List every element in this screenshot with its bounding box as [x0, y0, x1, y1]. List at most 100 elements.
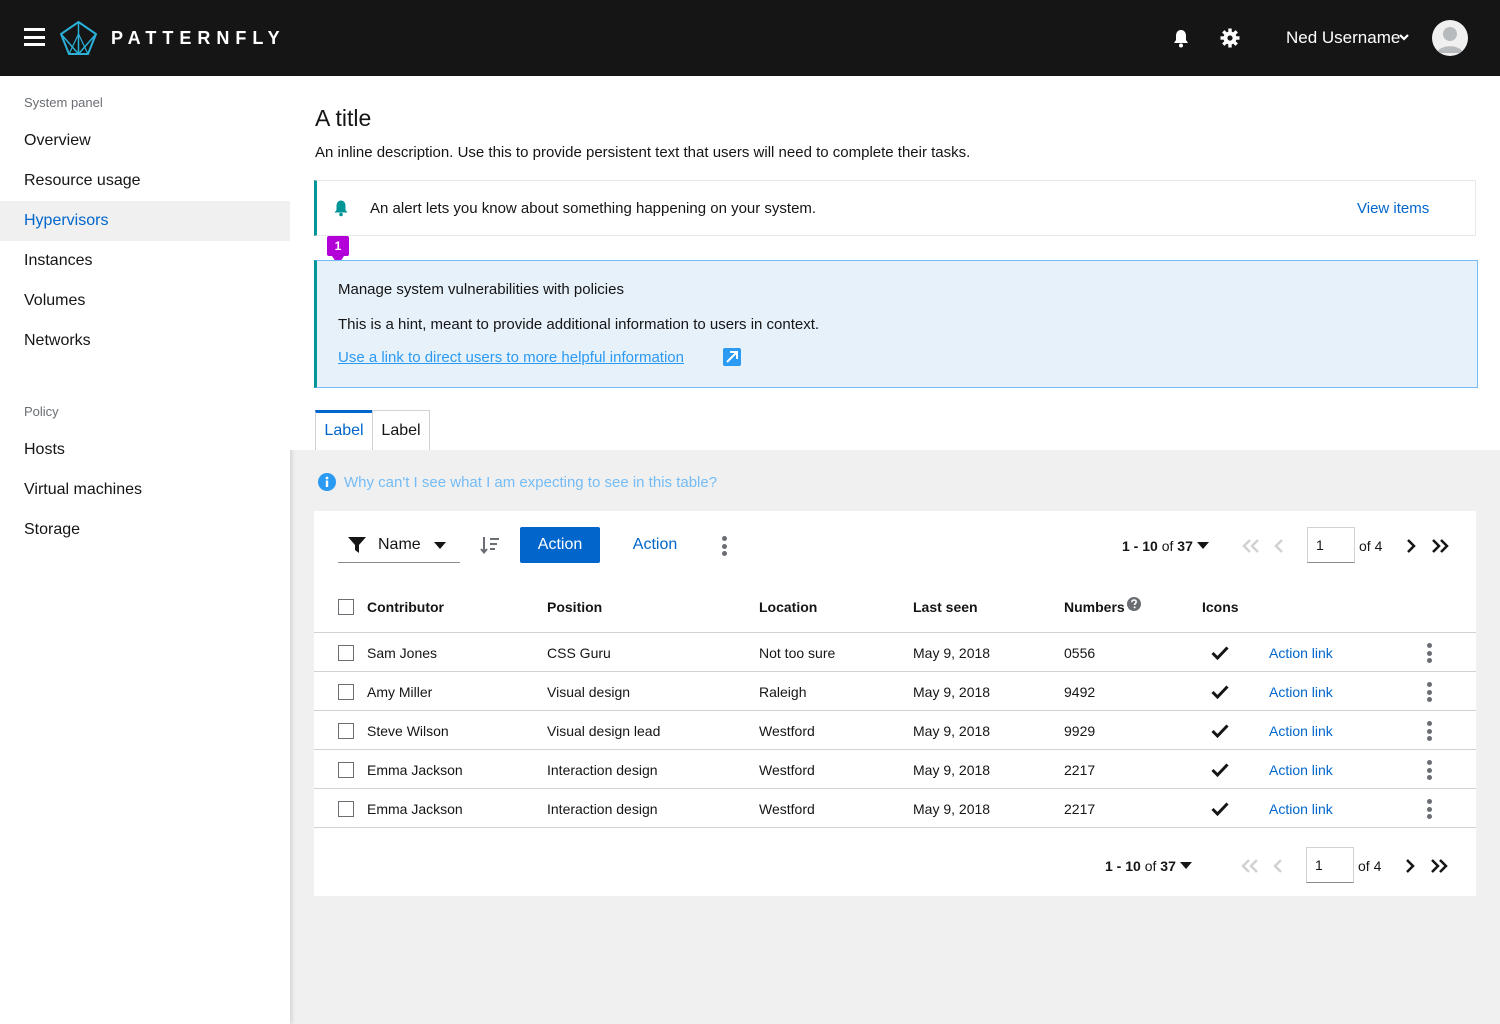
caret-down-icon[interactable] — [1197, 542, 1209, 550]
check-icon — [1211, 646, 1229, 661]
select-all-checkbox[interactable] — [338, 599, 354, 615]
primary-action-button[interactable]: Action — [520, 527, 600, 563]
cell-numbers: 2217 — [1064, 762, 1096, 778]
annotation-badge-number: 1 — [334, 239, 342, 253]
row-kebab-icon[interactable] — [1427, 760, 1433, 780]
chevron-left-icon[interactable] — [1269, 858, 1289, 874]
action-link[interactable]: Action link — [1269, 683, 1333, 701]
row-divider — [314, 749, 1476, 750]
gear-icon[interactable] — [1220, 28, 1240, 48]
brand-name[interactable]: PATTERNFLY — [111, 28, 286, 48]
page-title: A title — [315, 105, 372, 131]
sidebar-item-resource-usage[interactable]: Resource usage — [0, 161, 290, 201]
check-icon — [1211, 802, 1229, 817]
cell-location: Raleigh — [759, 684, 807, 700]
bell-icon — [334, 200, 348, 217]
column-header-last-seen[interactable]: Last seen — [913, 598, 978, 616]
page-description: An inline description. Use this to provi… — [315, 144, 971, 161]
row-kebab-icon[interactable] — [1427, 643, 1433, 663]
action-link[interactable]: Action link — [1269, 722, 1333, 740]
cell-location: Westford — [759, 762, 815, 778]
cell-last-seen: May 9, 2018 — [913, 645, 991, 661]
avatar-icon — [1437, 27, 1463, 53]
cell-contributor: Steve Wilson — [367, 723, 449, 739]
chevron-right-icon[interactable] — [1401, 858, 1421, 874]
action-link[interactable]: Action link — [1269, 800, 1333, 818]
sidebar-item-hosts[interactable]: Hosts — [0, 430, 290, 470]
question-circle-icon[interactable] — [1127, 597, 1141, 611]
row-kebab-icon[interactable] — [1427, 721, 1433, 741]
cell-numbers: 2217 — [1064, 801, 1096, 817]
row-checkbox[interactable] — [338, 684, 354, 700]
sort-icon[interactable] — [480, 536, 500, 554]
row-checkbox[interactable] — [338, 645, 354, 661]
double-chevron-right-icon[interactable] — [1430, 538, 1450, 554]
secondary-action-button[interactable]: Action — [620, 527, 690, 563]
caret-down-icon[interactable] — [434, 542, 446, 550]
action-link[interactable]: Action link — [1269, 761, 1333, 779]
row-kebab-icon[interactable] — [1427, 799, 1433, 819]
row-checkbox[interactable] — [338, 723, 354, 739]
cell-contributor: Amy Miller — [367, 684, 433, 700]
cell-numbers: 9492 — [1064, 684, 1096, 700]
pagination-count-top[interactable]: 1 - 10 of 37 — [1122, 536, 1193, 556]
tab-label-2[interactable]: Label — [372, 410, 430, 450]
column-header-icons[interactable]: Icons — [1202, 598, 1239, 616]
sidebar-item-storage[interactable]: Storage — [0, 510, 290, 550]
filter-dropdown-label[interactable]: Name — [378, 535, 421, 555]
pagination-count-bottom[interactable]: 1 - 10 of 37 — [1105, 856, 1176, 876]
chevron-left-icon[interactable] — [1270, 538, 1290, 554]
avatar[interactable] — [1432, 20, 1468, 56]
double-chevron-right-icon[interactable] — [1429, 858, 1449, 874]
view-items-link[interactable]: View items — [1357, 199, 1429, 219]
sidebar-item-instances[interactable]: Instances — [0, 241, 290, 281]
chevron-down-icon[interactable] — [1398, 32, 1410, 42]
bell-icon[interactable] — [1171, 28, 1191, 48]
column-header-numbers[interactable]: Numbers — [1064, 598, 1125, 616]
check-icon — [1211, 685, 1229, 700]
page-number-input-top[interactable]: 1 — [1307, 527, 1355, 563]
table-help-link[interactable]: Why can't I see what I am expecting to s… — [344, 473, 717, 493]
table-header-divider — [314, 632, 1476, 633]
hint-title: Manage system vulnerabilities with polic… — [338, 281, 624, 298]
chevron-right-icon[interactable] — [1402, 538, 1422, 554]
sidebar-item-virtual-machines[interactable]: Virtual machines — [0, 470, 290, 510]
hint-link[interactable]: Use a link to direct users to more helpf… — [338, 348, 684, 368]
double-chevron-left-icon[interactable] — [1241, 538, 1261, 554]
tab-label-1[interactable]: Label — [315, 410, 372, 450]
sidebar-item-hypervisors[interactable]: Hypervisors — [0, 201, 290, 241]
toolbar-kebab-icon[interactable] — [722, 536, 728, 556]
row-kebab-icon[interactable] — [1427, 682, 1433, 702]
table-card — [314, 511, 1476, 896]
caret-down-icon[interactable] — [1180, 862, 1192, 870]
column-header-position[interactable]: Position — [547, 598, 602, 616]
hamburger-icon[interactable] — [24, 28, 45, 46]
sidebar-item-overview[interactable]: Overview — [0, 121, 290, 161]
row-checkbox[interactable] — [338, 801, 354, 817]
masthead: PATTERNFLY Ned Username — [0, 0, 1500, 76]
sidebar-item-volumes[interactable]: Volumes — [0, 281, 290, 321]
patternfly-logo-icon[interactable] — [60, 21, 97, 55]
cell-contributor: Emma Jackson — [367, 801, 463, 817]
filter-icon — [348, 537, 366, 553]
sidebar-item-networks[interactable]: Networks — [0, 321, 290, 361]
cell-numbers: 9929 — [1064, 723, 1096, 739]
cell-location: Westford — [759, 801, 815, 817]
user-menu-toggle[interactable]: Ned Username — [1286, 28, 1400, 48]
cell-position: Interaction design — [547, 762, 658, 778]
cell-location: Westford — [759, 723, 815, 739]
cell-position: Visual design — [547, 684, 631, 700]
pagination-total-pages-top: of 4 — [1359, 538, 1383, 554]
hint-body: This is a hint, meant to provide additio… — [338, 316, 820, 333]
action-link[interactable]: Action link — [1269, 644, 1333, 662]
row-checkbox[interactable] — [338, 762, 354, 778]
column-header-contributor[interactable]: Contributor — [367, 598, 444, 616]
check-icon — [1211, 763, 1229, 778]
external-link-icon[interactable] — [723, 348, 741, 366]
page-number-input-bottom[interactable]: 1 — [1306, 847, 1354, 883]
column-header-location[interactable]: Location — [759, 598, 817, 616]
double-chevron-left-icon[interactable] — [1240, 858, 1260, 874]
cell-contributor: Sam Jones — [367, 645, 438, 661]
row-divider — [314, 827, 1476, 828]
info-icon — [318, 473, 336, 491]
